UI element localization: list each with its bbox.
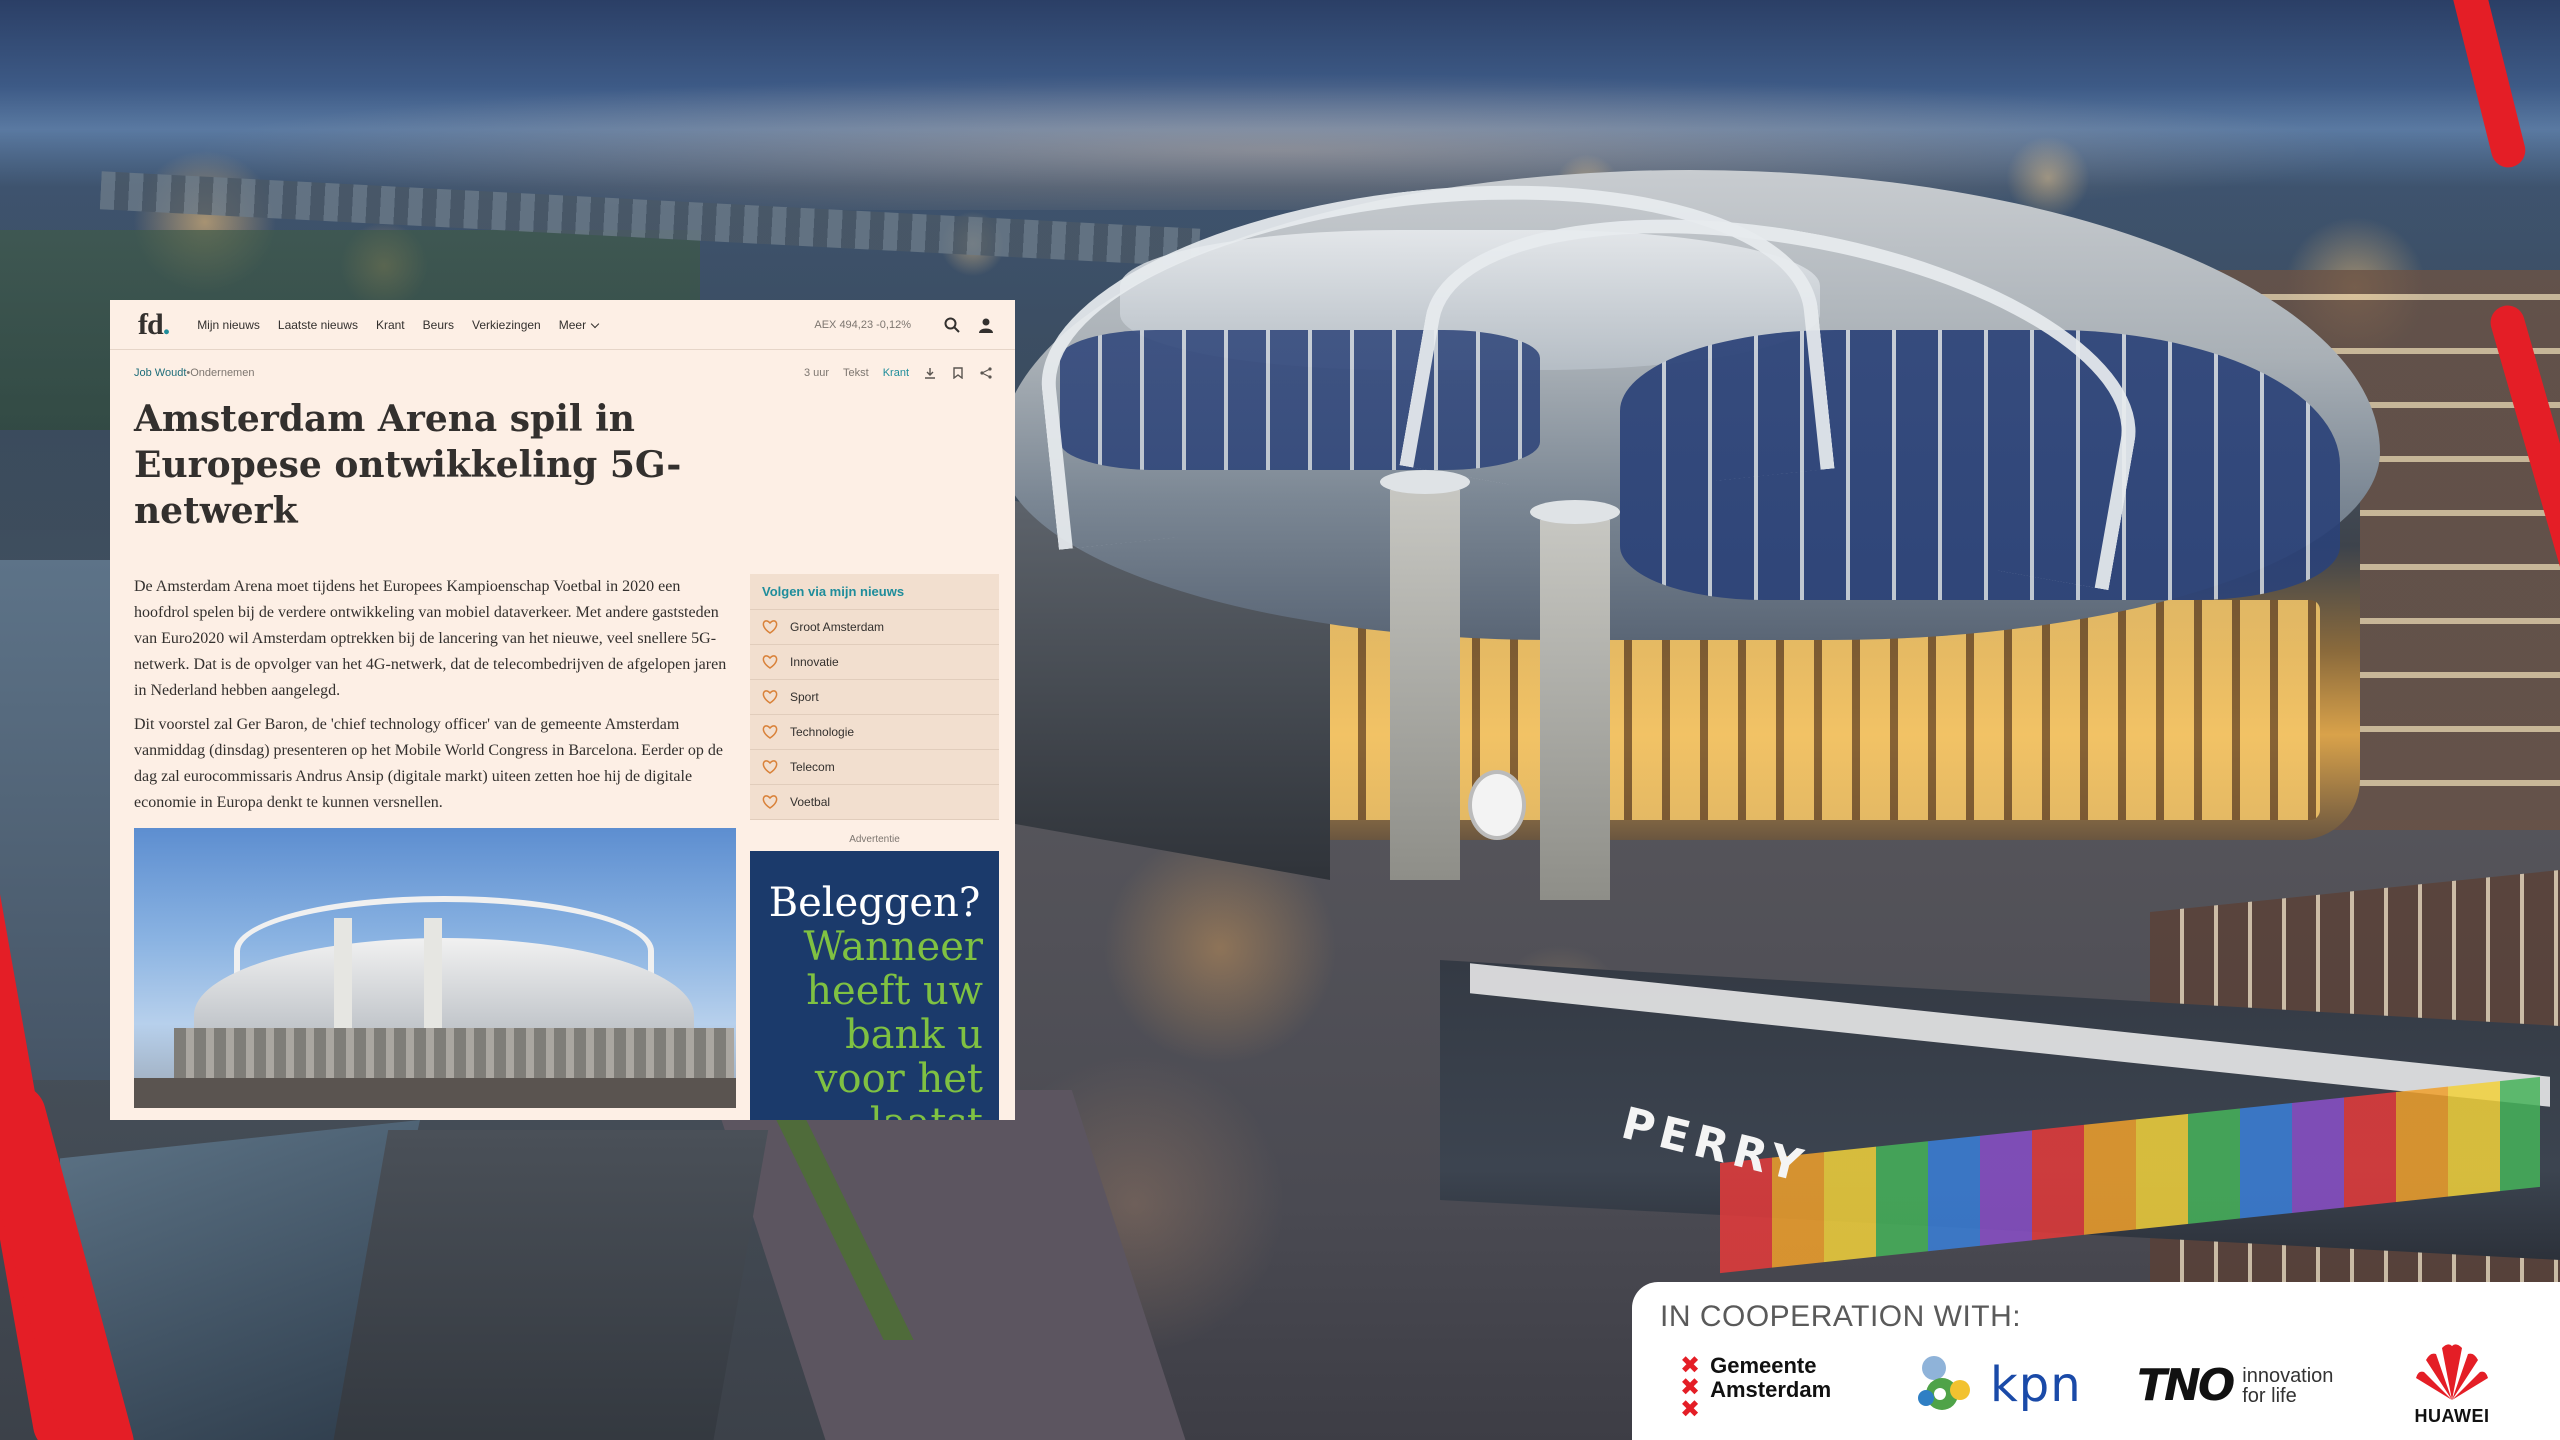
- bookmark-icon[interactable]: [951, 366, 965, 380]
- ad-label: Advertentie: [849, 834, 900, 845]
- share-icon[interactable]: [979, 366, 993, 380]
- article-paragraph: De Amsterdam Arena moet tijdens het Euro…: [134, 578, 727, 699]
- article-screenshot: fd. Mijn nieuws Laatste nieuws Krant Beu…: [110, 300, 1015, 1120]
- tno-logo: TNO innovation for life: [2137, 1360, 2334, 1411]
- article-paragraph: Dit voorstel zal Ger Baron, de 'chief te…: [134, 716, 723, 811]
- section-link[interactable]: Ondernemen: [190, 367, 254, 379]
- heart-icon: [762, 690, 778, 704]
- follow-title: Volgen via mijn nieuws: [750, 574, 999, 610]
- follow-topic-item[interactable]: Technologie: [750, 715, 999, 750]
- time-ago: 3 uur: [803, 367, 830, 379]
- follow-topics-box: Volgen via mijn nieuws Groot Amsterdam I…: [750, 574, 999, 820]
- nav-krant[interactable]: Krant: [376, 318, 405, 332]
- author-link[interactable]: Job Woudt: [134, 367, 186, 379]
- stadium-tower: [1390, 490, 1460, 880]
- download-icon[interactable]: [923, 366, 937, 380]
- bottom-roof: [331, 1130, 769, 1440]
- article-headline: Amsterdam Arena spil in Europese ontwikk…: [134, 398, 682, 532]
- nav-mijn-nieuws[interactable]: Mijn nieuws: [197, 318, 260, 332]
- article-meta: Job Woudt • Ondernemen 3 uur Tekst Krant: [110, 350, 1015, 384]
- huawei-flower-icon: [2416, 1344, 2488, 1400]
- chevron-down-icon: [590, 319, 600, 328]
- cooperation-title: IN COOPERATION WITH:: [1660, 1300, 2022, 1333]
- cooperation-panel: IN COOPERATION WITH: ✖ ✖ ✖ Gemeente Amster…: [1632, 1282, 2560, 1440]
- advertisement[interactable]: Beleggen? Wanneer heeft uw bank u voor h…: [750, 851, 999, 1120]
- tower-cap: [1530, 500, 1620, 524]
- heart-icon: [762, 760, 778, 774]
- kpn-crown-icon: [1918, 1356, 1970, 1410]
- heart-icon: [762, 795, 778, 809]
- tab-krant[interactable]: Krant: [883, 367, 909, 379]
- nav-beurs[interactable]: Beurs: [423, 318, 454, 332]
- kpn-logo: kpn: [1912, 1350, 2082, 1420]
- ad-body: Wanneer heeft uw bank u voor het laatst: [803, 924, 983, 1120]
- follow-topic-item[interactable]: Groot Amsterdam: [750, 610, 999, 645]
- fd-logo[interactable]: fd.: [138, 308, 170, 342]
- article-stadium-photo: [134, 828, 736, 1108]
- search-icon[interactable]: [941, 314, 963, 336]
- follow-topic-item[interactable]: Sport: [750, 680, 999, 715]
- nav-verkiezingen[interactable]: Verkiezingen: [472, 318, 541, 332]
- tower-cap: [1380, 470, 1470, 494]
- huawei-logo: HUAWEI: [2412, 1340, 2492, 1427]
- user-icon[interactable]: [975, 314, 997, 336]
- site-header: fd. Mijn nieuws Laatste nieuws Krant Beu…: [110, 300, 1015, 350]
- amsterdam-crosses-icon: ✖ ✖ ✖: [1680, 1351, 1701, 1423]
- heart-icon: [762, 725, 778, 739]
- ad-headline: Beleggen?: [768, 880, 981, 926]
- follow-topic-item[interactable]: Voetbal: [750, 785, 999, 820]
- article-text-column: De Amsterdam Arena moet tijdens het Euro…: [134, 574, 736, 1120]
- nav-laatste-nieuws[interactable]: Laatste nieuws: [278, 318, 358, 332]
- tab-tekst[interactable]: Tekst: [843, 367, 869, 379]
- heart-icon: [762, 620, 778, 634]
- aex-ticker[interactable]: AEX 494,23 -0,12%: [814, 319, 911, 331]
- follow-topic-item[interactable]: Telecom: [750, 750, 999, 785]
- photo-ground: [134, 1078, 736, 1108]
- sidebar: Volgen via mijn nieuws Groot Amsterdam I…: [750, 574, 999, 1120]
- stadium-tower: [1540, 520, 1610, 900]
- nav-meer[interactable]: Meer: [559, 318, 600, 332]
- gemeente-amsterdam-logo: ✖ ✖ ✖ Gemeente Amsterdam: [1680, 1351, 1832, 1423]
- follow-topic-item[interactable]: Innovatie: [750, 645, 999, 680]
- heart-icon: [762, 655, 778, 669]
- article-body: De Amsterdam Arena moet tijdens het Euro…: [110, 534, 1015, 1120]
- ajax-logo: [1468, 770, 1526, 840]
